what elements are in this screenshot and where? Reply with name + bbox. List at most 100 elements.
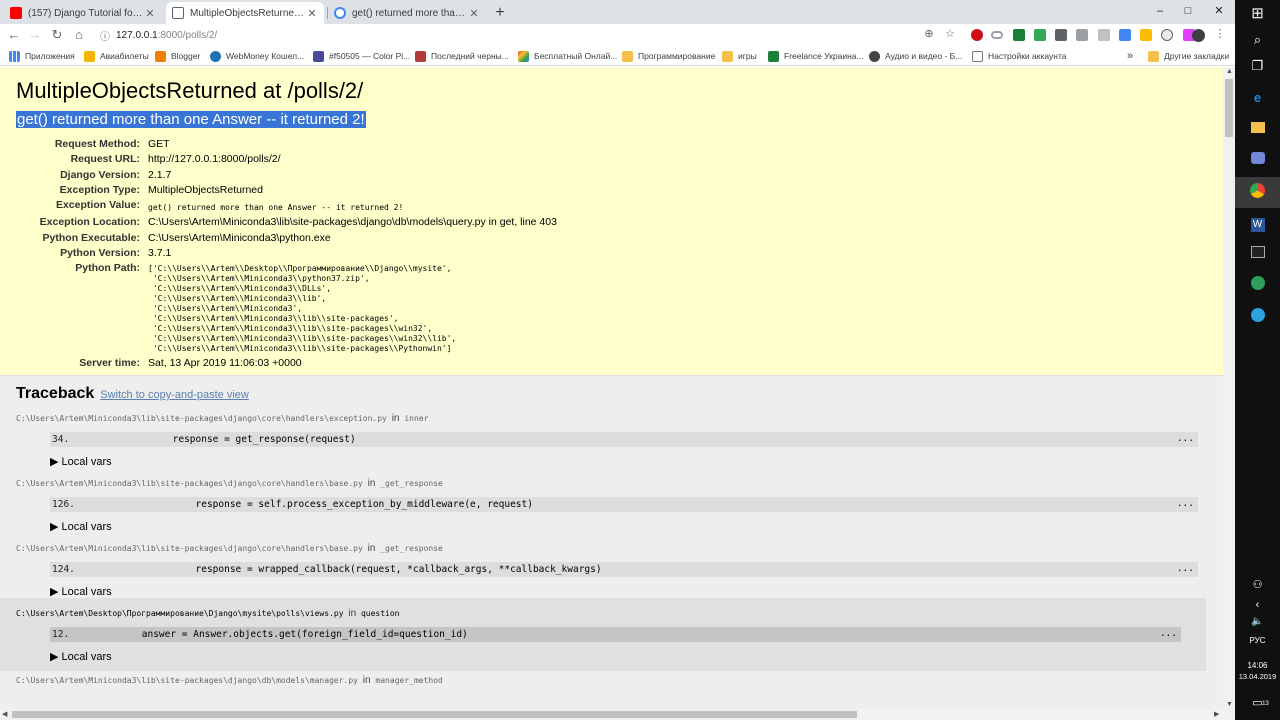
horizontal-scrollbar[interactable]: ◀ ▶ bbox=[0, 709, 1235, 720]
bookmark-blogger[interactable]: Blogger bbox=[155, 49, 200, 63]
meta-row: Python Version: 3.7.1 bbox=[16, 246, 557, 261]
bookmark-blackfriday[interactable]: Последний черны... bbox=[415, 49, 509, 63]
close-icon[interactable]: ✕ bbox=[306, 7, 318, 20]
minimize-button[interactable]: – bbox=[1146, 2, 1174, 20]
bookmarks-overflow-button[interactable]: » bbox=[1127, 49, 1133, 63]
people-icon[interactable]: ⚇ bbox=[1248, 576, 1267, 595]
expand-context-dots[interactable]: ... bbox=[1177, 563, 1194, 574]
word-icon[interactable]: W bbox=[1248, 213, 1267, 232]
scrollbar-thumb[interactable] bbox=[12, 711, 857, 718]
copy-paste-view-link[interactable]: Switch to copy-and-paste view bbox=[100, 389, 249, 401]
green-app-icon[interactable] bbox=[1248, 276, 1267, 295]
django-debug-page: MultipleObjectsReturned at /polls/2/ get… bbox=[0, 67, 1223, 709]
maximize-button[interactable]: □ bbox=[1174, 2, 1202, 20]
bookmark-extension-icon[interactable] bbox=[1140, 29, 1152, 41]
line-number: 12. bbox=[52, 629, 70, 640]
windows-start-icon[interactable]: ⊞ bbox=[1248, 4, 1267, 23]
address-bar[interactable]: ⓘ 127.0.0.1:8000/polls/2/ bbox=[100, 25, 962, 45]
close-icon[interactable]: ✕ bbox=[144, 7, 156, 20]
meta-value: get() returned more than one Answer -- i… bbox=[148, 203, 404, 213]
blocker-extension-icon[interactable] bbox=[1161, 29, 1173, 41]
frame-function: _get_response bbox=[380, 479, 443, 488]
bookmark-colorpicker[interactable]: #f50505 — Color Pi... bbox=[313, 49, 410, 63]
frame-location: C:\Users\Artem\Miniconda3\lib\site-packa… bbox=[16, 671, 1207, 686]
tab-django-error[interactable]: MultipleObjectsReturned at /polls/2/ ✕ bbox=[166, 2, 324, 24]
bookmark-other[interactable]: Другие закладки bbox=[1148, 49, 1229, 63]
expand-context-dots[interactable]: ... bbox=[1160, 628, 1177, 639]
scroll-down-icon[interactable]: ▼ bbox=[1226, 701, 1233, 708]
bookmark-label: игры bbox=[738, 51, 757, 61]
clock-time[interactable]: 14:06 bbox=[1235, 661, 1280, 670]
camera-extension-icon[interactable] bbox=[1076, 29, 1088, 41]
frame-function: manager_method bbox=[375, 676, 443, 685]
opera-extension-icon[interactable] bbox=[971, 29, 983, 41]
meta-key: Server time: bbox=[79, 357, 140, 370]
reload-button[interactable]: ↻ bbox=[49, 27, 65, 43]
v-extension-icon[interactable] bbox=[1098, 29, 1110, 41]
scroll-up-icon[interactable]: ▲ bbox=[1226, 68, 1233, 75]
forward-button[interactable]: → bbox=[27, 27, 43, 43]
file-explorer-icon[interactable] bbox=[1248, 119, 1267, 138]
cart-icon bbox=[415, 50, 426, 62]
bookmark-webmoney[interactable]: WebMoney Кошел... bbox=[210, 49, 304, 63]
bookmark-aviabilety[interactable]: Авиабилеты bbox=[84, 49, 149, 63]
context-line[interactable]: 124. response = wrapped_callback(request… bbox=[50, 562, 1198, 577]
zoom-icon[interactable]: ⊕ bbox=[922, 27, 936, 41]
search-icon[interactable]: ⌕ bbox=[1248, 30, 1267, 49]
local-vars-toggle[interactable]: ▶ Local vars bbox=[50, 585, 1207, 598]
chrome-icon[interactable] bbox=[1248, 183, 1267, 202]
evernote-extension-icon[interactable] bbox=[1034, 29, 1046, 41]
bookmark-folder-games[interactable]: игры bbox=[722, 49, 757, 63]
telegram-icon[interactable] bbox=[1248, 308, 1267, 327]
vertical-scrollbar[interactable]: ▲ ▼ bbox=[1223, 67, 1235, 709]
bookmark-freelance[interactable]: Freelance Украина... bbox=[768, 49, 864, 63]
home-button[interactable]: ⌂ bbox=[71, 27, 87, 43]
edge-icon[interactable]: e bbox=[1248, 88, 1267, 107]
code-line: response = wrapped_callback(request, *ca… bbox=[104, 564, 602, 575]
tab-google-search[interactable]: get() returned more than one Answer ✕ bbox=[328, 2, 486, 24]
discord-icon[interactable] bbox=[1248, 150, 1267, 169]
local-vars-toggle[interactable]: ▶ Local vars bbox=[50, 650, 1190, 663]
star-icon[interactable]: ☆ bbox=[943, 27, 957, 41]
meta-value: GET bbox=[148, 138, 170, 150]
expand-context-dots[interactable]: ... bbox=[1177, 433, 1194, 444]
python-path-entry: 'C:\\Users\\Artem\\Miniconda3\\lib', bbox=[148, 294, 327, 304]
sync-extension-icon[interactable] bbox=[1119, 29, 1131, 41]
frame-in-word: in bbox=[362, 675, 371, 686]
bookmark-audio-video[interactable]: Аудио и видео - Б... bbox=[869, 49, 962, 63]
bookmark-apps[interactable]: Приложения bbox=[9, 49, 75, 63]
meta-value: 2.1.7 bbox=[148, 168, 172, 181]
close-window-button[interactable]: ✕ bbox=[1205, 2, 1233, 20]
context-line[interactable]: 12. answer = Answer.objects.get(foreign_… bbox=[50, 627, 1181, 642]
context-line[interactable]: 34. response = get_response(request)... bbox=[50, 432, 1198, 447]
info-icon[interactable]: ⓘ bbox=[100, 28, 110, 43]
volume-network-icon[interactable]: 🔈 bbox=[1248, 612, 1267, 631]
back-button[interactable]: ← bbox=[6, 27, 22, 43]
browser-window: (157) Django Tutorial for Beginners ✕ Mu… bbox=[0, 0, 1235, 720]
expand-context-dots[interactable]: ... bbox=[1177, 498, 1194, 509]
language-indicator[interactable]: РУС bbox=[1235, 636, 1280, 645]
menu-icon[interactable]: ⋮ bbox=[1213, 27, 1227, 41]
bookmark-account-settings[interactable]: Настройки аккаунта bbox=[972, 49, 1067, 63]
lock-extension-icon[interactable] bbox=[1055, 29, 1067, 41]
url-path: :8000/polls/2/ bbox=[157, 29, 218, 41]
bookmark-folder-programming[interactable]: Программирование bbox=[622, 49, 715, 63]
link-extension-icon[interactable] bbox=[991, 31, 1003, 39]
scroll-right-icon[interactable]: ▶ bbox=[1214, 710, 1219, 718]
close-icon[interactable]: ✕ bbox=[468, 7, 480, 20]
tab-youtube[interactable]: (157) Django Tutorial for Beginners ✕ bbox=[4, 2, 162, 24]
meta-row: Exception Location: C:\Users\Artem\Minic… bbox=[16, 215, 557, 230]
profile-avatar[interactable] bbox=[1192, 29, 1205, 42]
new-tab-button[interactable]: + bbox=[491, 4, 509, 22]
terminal-icon[interactable] bbox=[1248, 244, 1267, 263]
context-line[interactable]: 126. response = self.process_exception_b… bbox=[50, 497, 1198, 512]
scroll-left-icon[interactable]: ◀ bbox=[2, 710, 7, 718]
scrollbar-thumb[interactable] bbox=[1225, 79, 1233, 137]
green-extension-icon[interactable] bbox=[1013, 29, 1025, 41]
local-vars-toggle[interactable]: ▶ Local vars bbox=[50, 455, 1207, 468]
task-view-icon[interactable]: ❐ bbox=[1248, 56, 1267, 75]
meta-key: Python Version: bbox=[60, 247, 140, 260]
bookmark-online[interactable]: Бесплатный Онлай... bbox=[518, 49, 617, 63]
clock-date[interactable]: 13.04.2019 bbox=[1235, 672, 1280, 681]
local-vars-toggle[interactable]: ▶ Local vars bbox=[50, 520, 1207, 533]
